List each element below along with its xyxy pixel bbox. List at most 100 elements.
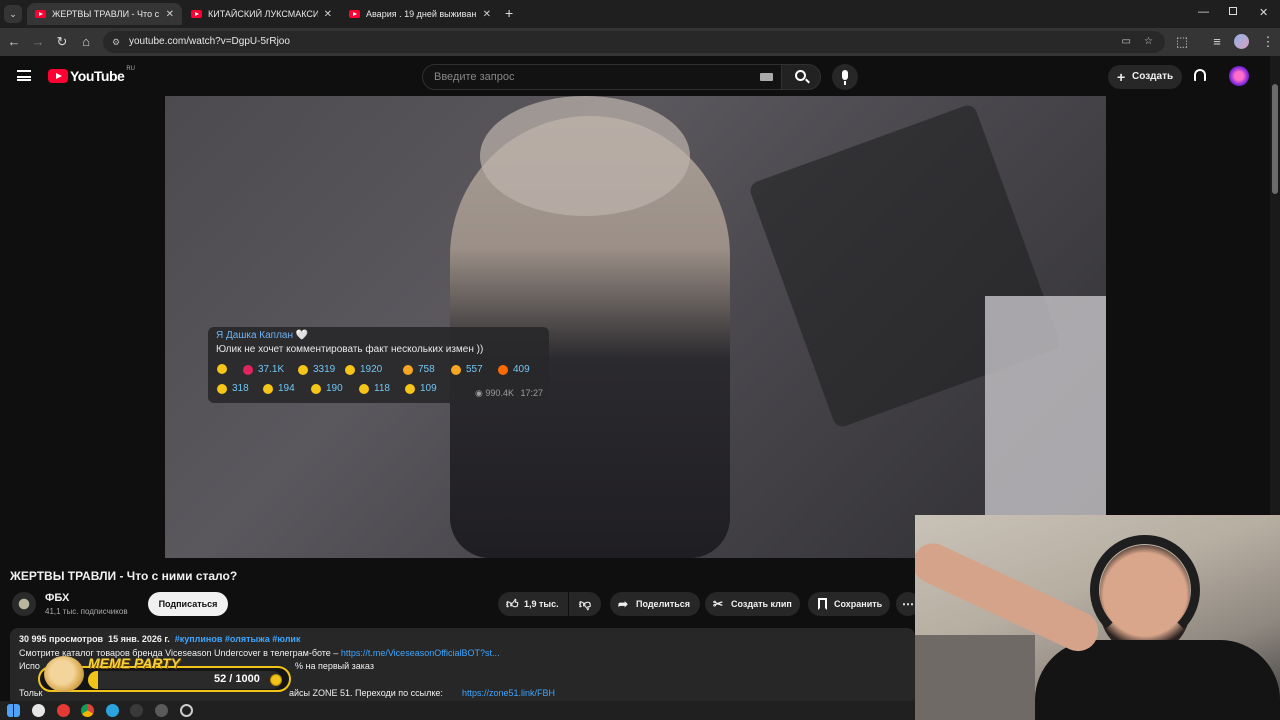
create-label: Создать	[1132, 71, 1174, 82]
reading-list-icon[interactable]: ≡	[1209, 34, 1225, 50]
reaction-4[interactable]: 118	[359, 383, 390, 394]
search-input[interactable]: Введите запрос	[422, 64, 782, 90]
clip-label: Создать клип	[731, 599, 792, 609]
site-info-icon[interactable]: ⚙	[112, 31, 120, 53]
settings-app-icon[interactable]	[180, 704, 193, 717]
address-bar[interactable]: ⚙ youtube.com/watch?v=DgpU-5rRjoo ▭ ☆	[103, 31, 1165, 53]
line-3-mid: айсы ZONE 51. Переходи по ссылке:	[289, 688, 443, 698]
restore-icon[interactable]	[1229, 7, 1237, 15]
close-window-icon[interactable]: ✕	[1259, 6, 1268, 19]
reaction-3[interactable]: 190	[311, 383, 343, 394]
like-button[interactable]: 👍︎ 1,9 тыс.	[498, 592, 568, 616]
home-icon[interactable]: ⌂	[78, 34, 94, 50]
profile-avatar[interactable]	[1234, 34, 1249, 49]
youtube-header: YouTube RU Введите запрос + Создать	[0, 56, 1270, 96]
reaction-5[interactable]: 109	[405, 383, 437, 394]
telegram-message-card: Я Дашка Каплан 🤍 Юлик не хочет комментир…	[208, 327, 549, 403]
reaction-1[interactable]: 318	[217, 383, 249, 394]
reaction-1[interactable]	[217, 364, 232, 374]
tab-search-button[interactable]: ⌄	[4, 5, 22, 23]
youtube-logo[interactable]: YouTube RU	[48, 66, 135, 84]
scrollbar-thumb[interactable]	[1272, 84, 1278, 194]
reaction-count: 109	[420, 383, 437, 394]
search-button[interactable]	[781, 64, 821, 90]
notifications-bell-icon[interactable]	[1194, 69, 1206, 81]
bookmark-star-icon[interactable]: ☆	[1144, 31, 1153, 53]
app-icon[interactable]	[155, 704, 168, 717]
meme-party-widget: MEME PARTY 52 / 1000	[38, 655, 291, 692]
save-label: Сохранить	[834, 599, 883, 609]
yandex-browser-icon[interactable]	[32, 704, 45, 717]
reaction-emoji-icon	[403, 364, 413, 375]
message-author: Я Дашка Каплан 🤍	[216, 330, 309, 341]
create-button[interactable]: + Создать	[1108, 65, 1182, 89]
channel-name[interactable]: ФБХ	[45, 592, 69, 604]
extensions-icon[interactable]: ⬚	[1174, 34, 1190, 50]
telegram-icon[interactable]	[106, 704, 119, 717]
reload-icon[interactable]: ↻	[54, 34, 70, 50]
minimize-icon[interactable]: —	[1198, 6, 1209, 18]
reaction-7[interactable]: 409	[498, 364, 530, 375]
search-placeholder: Введите запрос	[434, 71, 515, 83]
reaction-count: 118	[374, 383, 390, 394]
back-icon[interactable]: ←	[6, 34, 22, 50]
reaction-count: 409	[513, 364, 530, 375]
start-menu-icon[interactable]	[7, 704, 20, 717]
meme-party-title: MEME PARTY	[88, 655, 181, 671]
telegram-bot-link[interactable]: https://t.me/ViceseasonOfficialBOT?st...	[341, 648, 500, 658]
browser-menu-icon[interactable]: ⋮	[1260, 34, 1276, 50]
yandex-icon[interactable]	[57, 704, 70, 717]
streamer-webcam	[915, 515, 1280, 720]
reaction-2[interactable]: 37.1K	[243, 364, 284, 375]
new-tab-button[interactable]: +	[505, 5, 513, 21]
dislike-button[interactable]: 👎︎	[569, 592, 601, 616]
create-clip-button[interactable]: ✂ Создать клип	[705, 592, 800, 616]
guide-menu-icon[interactable]	[17, 70, 31, 81]
reaction-count: 3319	[313, 364, 336, 375]
tab-2[interactable]: КИТАЙСКИЙ ЛУКСМАКСИНГ ✕	[183, 3, 340, 25]
chrome-icon[interactable]	[81, 704, 94, 717]
channel-avatar[interactable]	[12, 592, 36, 616]
youtube-play-icon	[48, 69, 68, 83]
youtube-favicon-icon	[349, 10, 360, 18]
voice-search-button[interactable]	[832, 64, 858, 90]
share-button[interactable]: ➦ Поделиться	[610, 592, 700, 616]
save-button[interactable]: Сохранить	[808, 592, 890, 616]
reaction-emoji-icon	[345, 364, 355, 375]
reaction-6[interactable]: 557	[451, 364, 483, 375]
obs-icon[interactable]	[130, 704, 143, 717]
cast-icon[interactable]: ▭	[1122, 31, 1131, 53]
reaction-count: 758	[418, 364, 435, 375]
tab-2-close-icon[interactable]: ✕	[324, 9, 332, 20]
reaction-emoji-icon	[263, 383, 273, 394]
subscribe-button[interactable]: Подписаться	[148, 592, 228, 616]
video-player[interactable]: Я Дашка Каплан 🤍 Юлик не хочет комментир…	[165, 96, 1106, 558]
tab-1[interactable]: ЖЕРТВЫ ТРАВЛИ - Что с ними ✕	[27, 3, 182, 25]
reaction-3[interactable]: 3319	[298, 364, 335, 375]
forward-icon[interactable]: →	[30, 34, 46, 50]
reaction-emoji-icon	[359, 383, 369, 394]
thumbs-down-icon: 👎︎	[578, 597, 592, 611]
keyboard-icon[interactable]	[760, 73, 773, 81]
subscriber-count: 41,1 тыс. подписчиков	[45, 607, 128, 616]
webcam-shelf	[915, 635, 1035, 720]
webcam-headphones	[1090, 535, 1200, 645]
reaction-5[interactable]: 758	[403, 364, 435, 375]
tab-3[interactable]: Авария . 19 дней выживания ✕	[341, 3, 499, 25]
account-avatar[interactable]	[1229, 66, 1249, 86]
share-arrow-icon: ➦	[618, 597, 629, 611]
tab-1-close-icon[interactable]: ✕	[166, 9, 174, 20]
share-label: Поделиться	[636, 599, 691, 609]
reaction-2[interactable]: 194	[263, 383, 295, 394]
hashtags[interactable]: #куплинов #олятыжа #юлик	[175, 634, 301, 644]
region-code: RU	[126, 66, 135, 72]
scissors-icon: ✂	[713, 597, 724, 611]
reaction-count: 190	[326, 383, 343, 394]
tab-3-close-icon[interactable]: ✕	[483, 9, 491, 20]
zone51-link[interactable]: https://zone51.link/FBH	[462, 688, 555, 698]
message-text: Юлик не хочет комментировать факт нескол…	[216, 344, 484, 355]
reaction-count: 557	[466, 364, 483, 375]
reaction-4[interactable]: 1920	[345, 364, 382, 375]
line-2-start: Испо	[19, 661, 40, 671]
microphone-icon	[842, 70, 848, 80]
